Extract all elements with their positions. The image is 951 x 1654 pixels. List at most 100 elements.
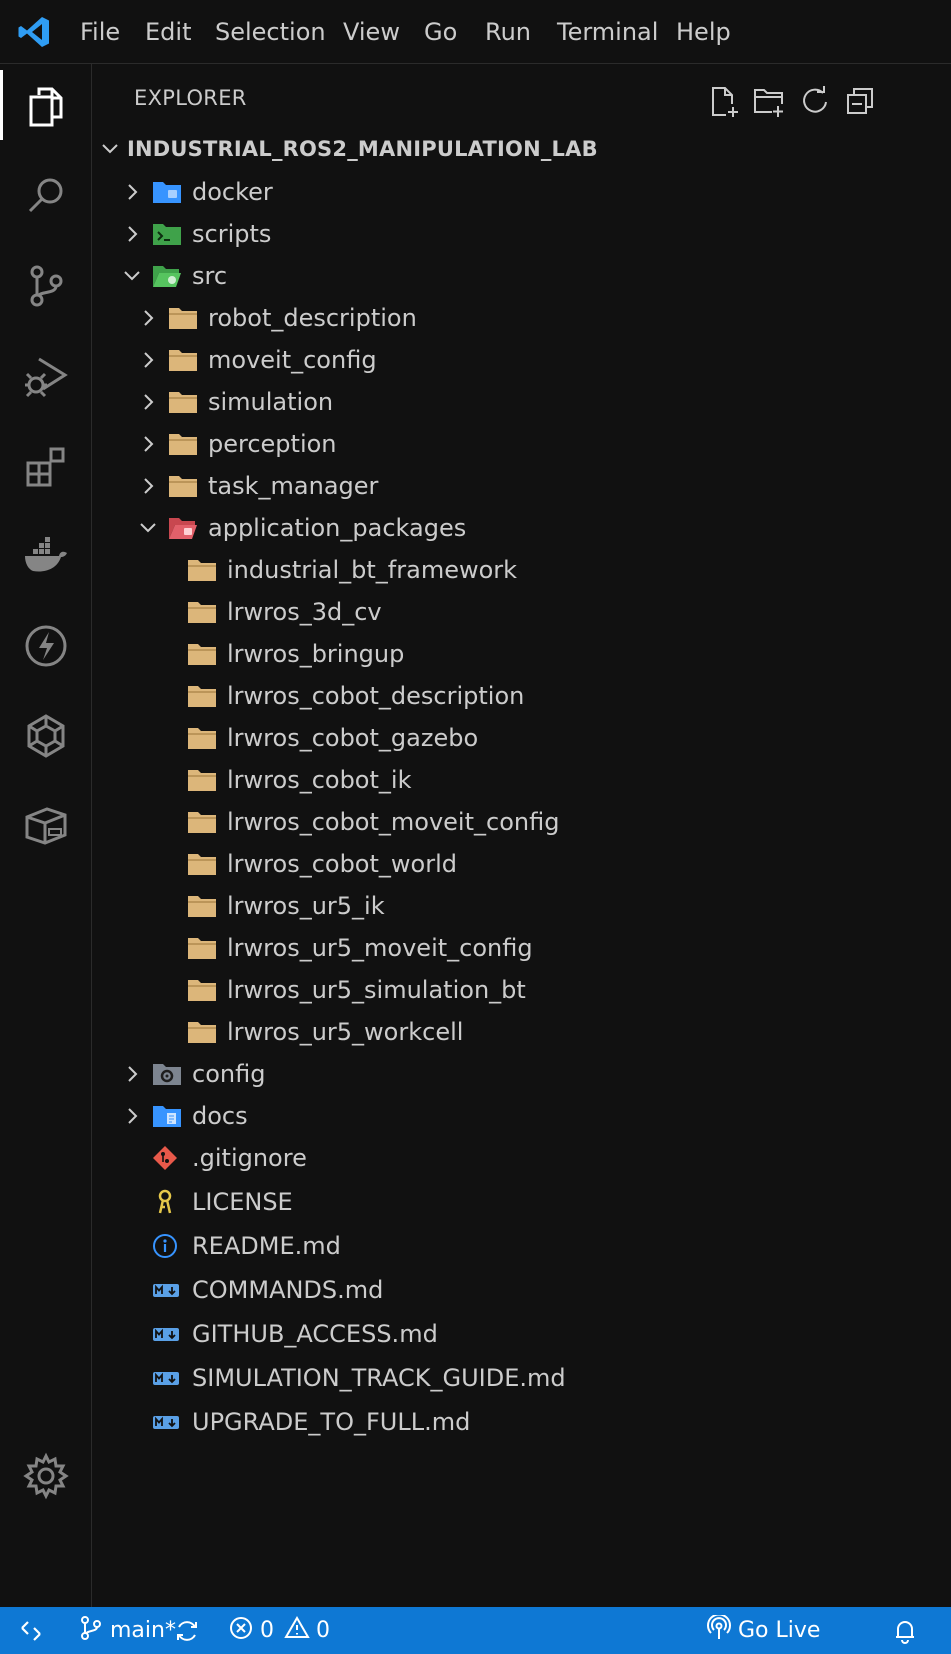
collapse-all-icon[interactable] [844, 84, 878, 118]
tree-label: .gitignore [192, 1144, 307, 1172]
tree-item-lrwros-cobot-gazebo[interactable]: lrwros_cobot_gazebo [92, 716, 951, 760]
vscode-logo-icon [16, 14, 52, 50]
menu-file[interactable]: File [80, 14, 120, 50]
run-debug-icon[interactable] [0, 336, 92, 416]
tree-label: UPGRADE_TO_FULL.md [192, 1408, 471, 1436]
tree-item-application-packages[interactable]: application_packages [92, 506, 951, 550]
menu-help[interactable]: Help [676, 14, 731, 50]
explorer-root-folder[interactable]: INDUSTRIAL_ROS2_MANIPULATION_LAB [92, 127, 951, 171]
menu-view[interactable]: View [343, 14, 400, 50]
title-bar: File Edit Selection View Go Run Terminal… [0, 0, 951, 64]
warning-icon [284, 1615, 310, 1647]
status-bar: main* 0 0 Go Live [0, 1607, 951, 1654]
tree-item-lrwros-cobot-world[interactable]: lrwros_cobot_world [92, 842, 951, 886]
tree-item-industrial-bt-framework[interactable]: industrial_bt_framework [92, 548, 951, 592]
menu-go[interactable]: Go [424, 14, 457, 50]
tree-item-scripts[interactable]: scripts [92, 212, 951, 256]
folder-icon [187, 935, 217, 961]
menu-run[interactable]: Run [485, 14, 531, 50]
tree-item-simulation-track-guide[interactable]: SIMULATION_TRACK_GUIDE.md [92, 1356, 951, 1400]
tree-item-upgrade-to-full[interactable]: UPGRADE_TO_FULL.md [92, 1400, 951, 1444]
root-folder-label: INDUSTRIAL_ROS2_MANIPULATION_LAB [127, 137, 598, 161]
tree-item-lrwros-ur5-moveit-config[interactable]: lrwros_ur5_moveit_config [92, 926, 951, 970]
new-file-icon[interactable] [706, 84, 740, 118]
markdown-icon [152, 1409, 182, 1435]
tree-label: SIMULATION_TRACK_GUIDE.md [192, 1364, 566, 1392]
source-control-icon[interactable] [0, 246, 92, 326]
thunder-client-icon[interactable] [0, 606, 92, 686]
tree-item-docs[interactable]: docs [92, 1094, 951, 1138]
git-branch-icon [78, 1615, 104, 1647]
refresh-icon[interactable] [798, 84, 832, 118]
menu-edit[interactable]: Edit [145, 14, 191, 50]
tree-label: perception [208, 430, 337, 458]
tree-item-task-manager[interactable]: task_manager [92, 464, 951, 508]
tree-label: lrwros_bringup [227, 640, 405, 668]
tree-label: GITHUB_ACCESS.md [192, 1320, 438, 1348]
branch-status[interactable]: main* [78, 1607, 176, 1654]
menu-selection[interactable]: Selection [215, 14, 326, 50]
tree-label: src [192, 262, 228, 290]
tree-item-lrwros-cobot-description[interactable]: lrwros_cobot_description [92, 674, 951, 718]
folder-app-open-icon [168, 515, 198, 541]
tree-item-docker[interactable]: docker [92, 170, 951, 214]
tree-item-perception[interactable]: perception [92, 422, 951, 466]
tree-item-license[interactable]: LICENSE [92, 1180, 951, 1224]
tree-label: docs [192, 1102, 248, 1130]
search-icon[interactable] [0, 156, 92, 236]
branch-name: main* [110, 1618, 176, 1643]
tree-item-readme[interactable]: README.md [92, 1224, 951, 1268]
tree-item-commands[interactable]: COMMANDS.md [92, 1268, 951, 1312]
tree-item-gitignore[interactable]: .gitignore [92, 1136, 951, 1180]
tree-item-lrwros-ur5-workcell[interactable]: lrwros_ur5_workcell [92, 1010, 951, 1054]
tree-label: README.md [192, 1232, 341, 1260]
new-folder-icon[interactable] [752, 84, 786, 118]
broadcast-icon [706, 1613, 732, 1647]
tree-item-robot-description[interactable]: robot_description [92, 296, 951, 340]
remote-containers-icon[interactable] [0, 786, 92, 866]
ros-icon[interactable] [0, 696, 92, 776]
remote-indicator-icon[interactable] [18, 1607, 44, 1654]
tree-label: application_packages [208, 514, 467, 542]
folder-icon [187, 767, 217, 793]
license-key-icon [152, 1189, 182, 1215]
tree-label: lrwros_cobot_moveit_config [227, 808, 560, 836]
tree-item-lrwros-cobot-ik[interactable]: lrwros_cobot_ik [92, 758, 951, 802]
folder-config-icon [152, 1061, 182, 1087]
folder-icon [187, 893, 217, 919]
tree-item-moveit-config[interactable]: moveit_config [92, 338, 951, 382]
tree-item-config[interactable]: config [92, 1052, 951, 1096]
go-live-button[interactable]: Go Live [706, 1607, 820, 1654]
tree-label: robot_description [208, 304, 417, 332]
folder-icon [187, 599, 217, 625]
tree-item-lrwros-cobot-moveit-config[interactable]: lrwros_cobot_moveit_config [92, 800, 951, 844]
menu-terminal[interactable]: Terminal [557, 14, 658, 50]
tree-label: LICENSE [192, 1188, 293, 1216]
explorer-title: EXPLORER [134, 86, 247, 110]
tree-item-lrwros-bringup[interactable]: lrwros_bringup [92, 632, 951, 676]
docker-icon[interactable] [0, 516, 92, 596]
tree-label: lrwros_cobot_ik [227, 766, 412, 794]
problems-status[interactable]: 0 0 [228, 1607, 330, 1654]
folder-docs-icon [152, 1103, 182, 1129]
settings-gear-icon[interactable] [0, 1436, 92, 1516]
extensions-icon[interactable] [0, 426, 92, 506]
git-file-icon [152, 1145, 182, 1171]
tree-label: config [192, 1060, 266, 1088]
tree-item-lrwros-ur5-simulation-bt[interactable]: lrwros_ur5_simulation_bt [92, 968, 951, 1012]
error-icon [228, 1615, 254, 1647]
info-icon [152, 1233, 182, 1259]
tree-item-src[interactable]: src [92, 254, 951, 298]
tree-item-github-access[interactable]: GITHUB_ACCESS.md [92, 1312, 951, 1356]
notifications-bell-icon[interactable] [892, 1607, 918, 1654]
folder-scripts-icon [152, 221, 182, 247]
tree-item-lrwros-ur5-ik[interactable]: lrwros_ur5_ik [92, 884, 951, 928]
chevron-down-icon [122, 266, 142, 286]
sync-icon[interactable] [174, 1607, 200, 1654]
explorer-icon[interactable] [0, 66, 92, 146]
tree-item-simulation[interactable]: simulation [92, 380, 951, 424]
tree-item-lrwros-3d-cv[interactable]: lrwros_3d_cv [92, 590, 951, 634]
folder-icon [187, 725, 217, 751]
folder-icon [187, 683, 217, 709]
chevron-right-icon [122, 182, 142, 202]
